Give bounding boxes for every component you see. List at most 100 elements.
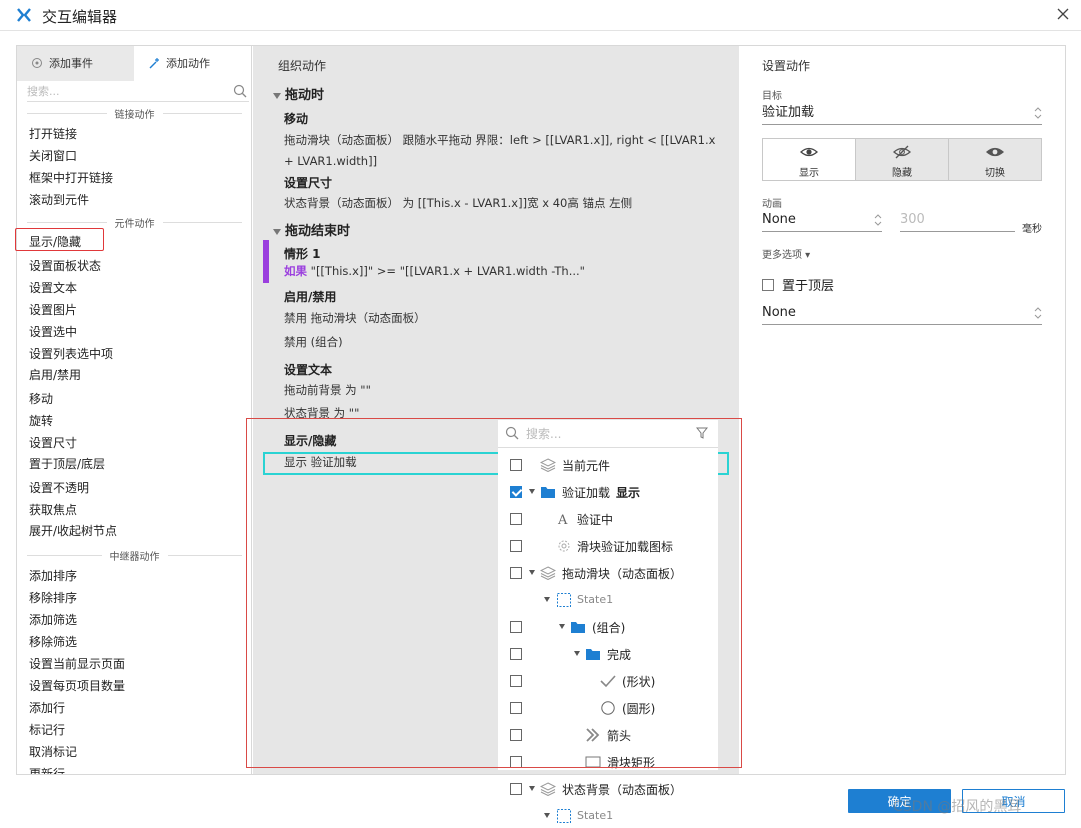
tree-row-complete[interactable]: 完成 — [498, 641, 718, 668]
tree-checkbox[interactable] — [510, 702, 522, 714]
filter-icon[interactable] — [696, 427, 708, 439]
action-set-list-selected[interactable]: 设置列表选中项 — [29, 345, 113, 363]
bring-to-front-row[interactable]: 置于顶层 — [762, 275, 834, 294]
action-enable-detail-2[interactable]: 禁用 (组合) — [284, 332, 724, 353]
layers-icon — [540, 566, 556, 580]
expand-arrow-icon[interactable] — [574, 651, 580, 656]
tree-row-slider-rect[interactable]: 滑块矩形 — [498, 749, 718, 770]
action-set-size-title[interactable]: 设置尺寸 — [284, 174, 332, 191]
popup-search-input[interactable] — [526, 425, 686, 443]
action-set-text[interactable]: 设置文本 — [29, 279, 77, 297]
event-on-drag[interactable]: 拖动时 — [273, 84, 324, 103]
tree-checkbox[interactable] — [510, 729, 522, 741]
action-set-items-per-page[interactable]: 设置每页项目数量 — [29, 677, 125, 695]
action-open-link[interactable]: 打开链接 — [29, 125, 77, 143]
tree-checkbox[interactable] — [510, 567, 522, 579]
tree-checkbox[interactable] — [510, 756, 522, 768]
watermark: CSDN @招风的黑耳 — [893, 799, 1022, 815]
spinner-icon — [558, 540, 570, 552]
action-enable-detail-1[interactable]: 禁用 拖动滑块（动态面板） — [284, 308, 724, 329]
add-action-icon — [149, 58, 159, 69]
action-search-input[interactable] — [27, 82, 217, 100]
action-scroll-to-widget[interactable]: 滚动到元件 — [29, 191, 89, 209]
expand-arrow-icon[interactable] — [529, 570, 535, 575]
action-remove-filter[interactable]: 移除筛选 — [29, 633, 77, 651]
tree-row-group[interactable]: (组合) — [498, 614, 718, 641]
action-focus[interactable]: 获取焦点 — [29, 501, 77, 519]
action-set-opacity[interactable]: 设置不透明 — [29, 479, 89, 497]
segment-show[interactable]: 显示 — [763, 139, 856, 180]
action-set-text-detail-1[interactable]: 拖动前背景 为 "" — [284, 380, 724, 401]
action-add-sort[interactable]: 添加排序 — [29, 567, 77, 585]
duration-input[interactable]: 300 — [900, 209, 1015, 232]
expand-arrow-icon[interactable] — [559, 624, 565, 629]
action-enable-title[interactable]: 启用/禁用 — [284, 288, 336, 305]
action-add-filter[interactable]: 添加筛选 — [29, 611, 77, 629]
tree-checkbox[interactable] — [510, 675, 522, 687]
action-move-detail[interactable]: 拖动滑块（动态面板） 跟随水平拖动 界限：left > [[LVAR1.x]],… — [284, 130, 724, 172]
tree-row-loading-icon[interactable]: 滑块验证加载图标 — [498, 533, 718, 560]
tab-add-action[interactable]: 添加动作 — [134, 46, 251, 81]
action-set-size-detail[interactable]: 状态背景（动态面板） 为 [[This.x - LVAR1.x]]宽 x 40高… — [284, 193, 724, 214]
search-icon[interactable] — [233, 84, 247, 98]
action-close-window[interactable]: 关闭窗口 — [29, 147, 77, 165]
action-set-image[interactable]: 设置图片 — [29, 301, 77, 319]
expand-arrow-icon[interactable] — [544, 597, 550, 602]
action-move[interactable]: 移动 — [29, 390, 53, 408]
tree-checkbox[interactable] — [510, 540, 522, 552]
action-rotate[interactable]: 旋转 — [29, 412, 53, 430]
action-set-selected[interactable]: 设置选中 — [29, 323, 77, 341]
action-expand-collapse-tree[interactable]: 展开/收起树节点 — [29, 522, 117, 540]
segment-hide[interactable]: 隐藏 — [856, 139, 949, 180]
action-update-rows[interactable]: 更新行 — [29, 765, 65, 774]
tree-checkbox[interactable] — [510, 513, 522, 525]
tab-add-event[interactable]: 添加事件 — [17, 46, 134, 81]
tree-checkbox[interactable] — [510, 783, 522, 795]
action-unmark-rows[interactable]: 取消标记 — [29, 743, 77, 761]
case-title[interactable]: 情形 1 — [284, 245, 321, 262]
action-set-text-title[interactable]: 设置文本 — [284, 361, 332, 378]
close-icon[interactable] — [1054, 5, 1072, 23]
action-set-current-page[interactable]: 设置当前显示页面 — [29, 655, 125, 673]
expand-arrow-icon[interactable] — [544, 813, 550, 818]
target-select[interactable]: 验证加载 — [762, 102, 1042, 125]
bring-to-front-checkbox[interactable] — [762, 279, 774, 291]
text-icon: A — [557, 513, 568, 526]
action-remove-sort[interactable]: 移除排序 — [29, 589, 77, 607]
tree-row-status-bg[interactable]: 状态背景（动态面板） — [498, 776, 718, 803]
tree-row-circle[interactable]: (圆形) — [498, 695, 718, 722]
tree-row-verify-loading[interactable]: 验证加载 显示 — [498, 479, 718, 506]
action-show-hide-title[interactable]: 显示/隐藏 — [284, 432, 336, 449]
layer-select[interactable]: None — [762, 302, 1042, 325]
expand-arrow-icon[interactable] — [529, 786, 535, 791]
action-move-title[interactable]: 移动 — [284, 110, 308, 127]
popup-search — [498, 420, 718, 448]
tree-row-state1-b[interactable]: State1 — [498, 803, 718, 828]
action-mark-rows[interactable]: 标记行 — [29, 721, 65, 739]
expand-arrow-icon[interactable] — [529, 489, 535, 494]
tree-checkbox[interactable] — [510, 648, 522, 660]
action-enable-disable[interactable]: 启用/禁用 — [29, 366, 81, 384]
tree-checkbox[interactable] — [510, 459, 522, 471]
configure-action-header: 设置动作 — [762, 59, 811, 73]
tree-row-current-widget[interactable]: 当前元件 — [498, 452, 718, 479]
tree-row-shape[interactable]: (形状) — [498, 668, 718, 695]
event-on-drag-end[interactable]: 拖动结束时 — [273, 220, 350, 239]
action-open-in-frame[interactable]: 框架中打开链接 — [29, 169, 113, 187]
tree-checkbox[interactable] — [510, 621, 522, 633]
tree-row-state1[interactable]: State1 — [498, 587, 718, 614]
tree-row-drag-slider[interactable]: 拖动滑块（动态面板） — [498, 560, 718, 587]
toggle-eye-icon — [986, 147, 1004, 157]
tree-row-arrow[interactable]: 箭头 — [498, 722, 718, 749]
segment-toggle[interactable]: 切换 — [949, 139, 1041, 180]
action-set-panel-state[interactable]: 设置面板状态 — [29, 257, 101, 275]
action-bring-front-back[interactable]: 置于顶层/底层 — [29, 455, 105, 473]
tree-checkbox-checked[interactable] — [510, 486, 522, 498]
action-add-rows[interactable]: 添加行 — [29, 699, 65, 717]
more-options-toggle[interactable]: 更多选项 ▾ — [762, 246, 810, 261]
duration-unit: 毫秒 — [1022, 224, 1042, 235]
tree-row-verifying[interactable]: A 验证中 — [498, 506, 718, 533]
action-set-size[interactable]: 设置尺寸 — [29, 434, 77, 452]
animation-select[interactable]: None — [762, 209, 882, 232]
case-condition[interactable]: 如果 "[[This.x]]" >= "[[LVAR1.x + LVAR1.wi… — [284, 261, 724, 282]
